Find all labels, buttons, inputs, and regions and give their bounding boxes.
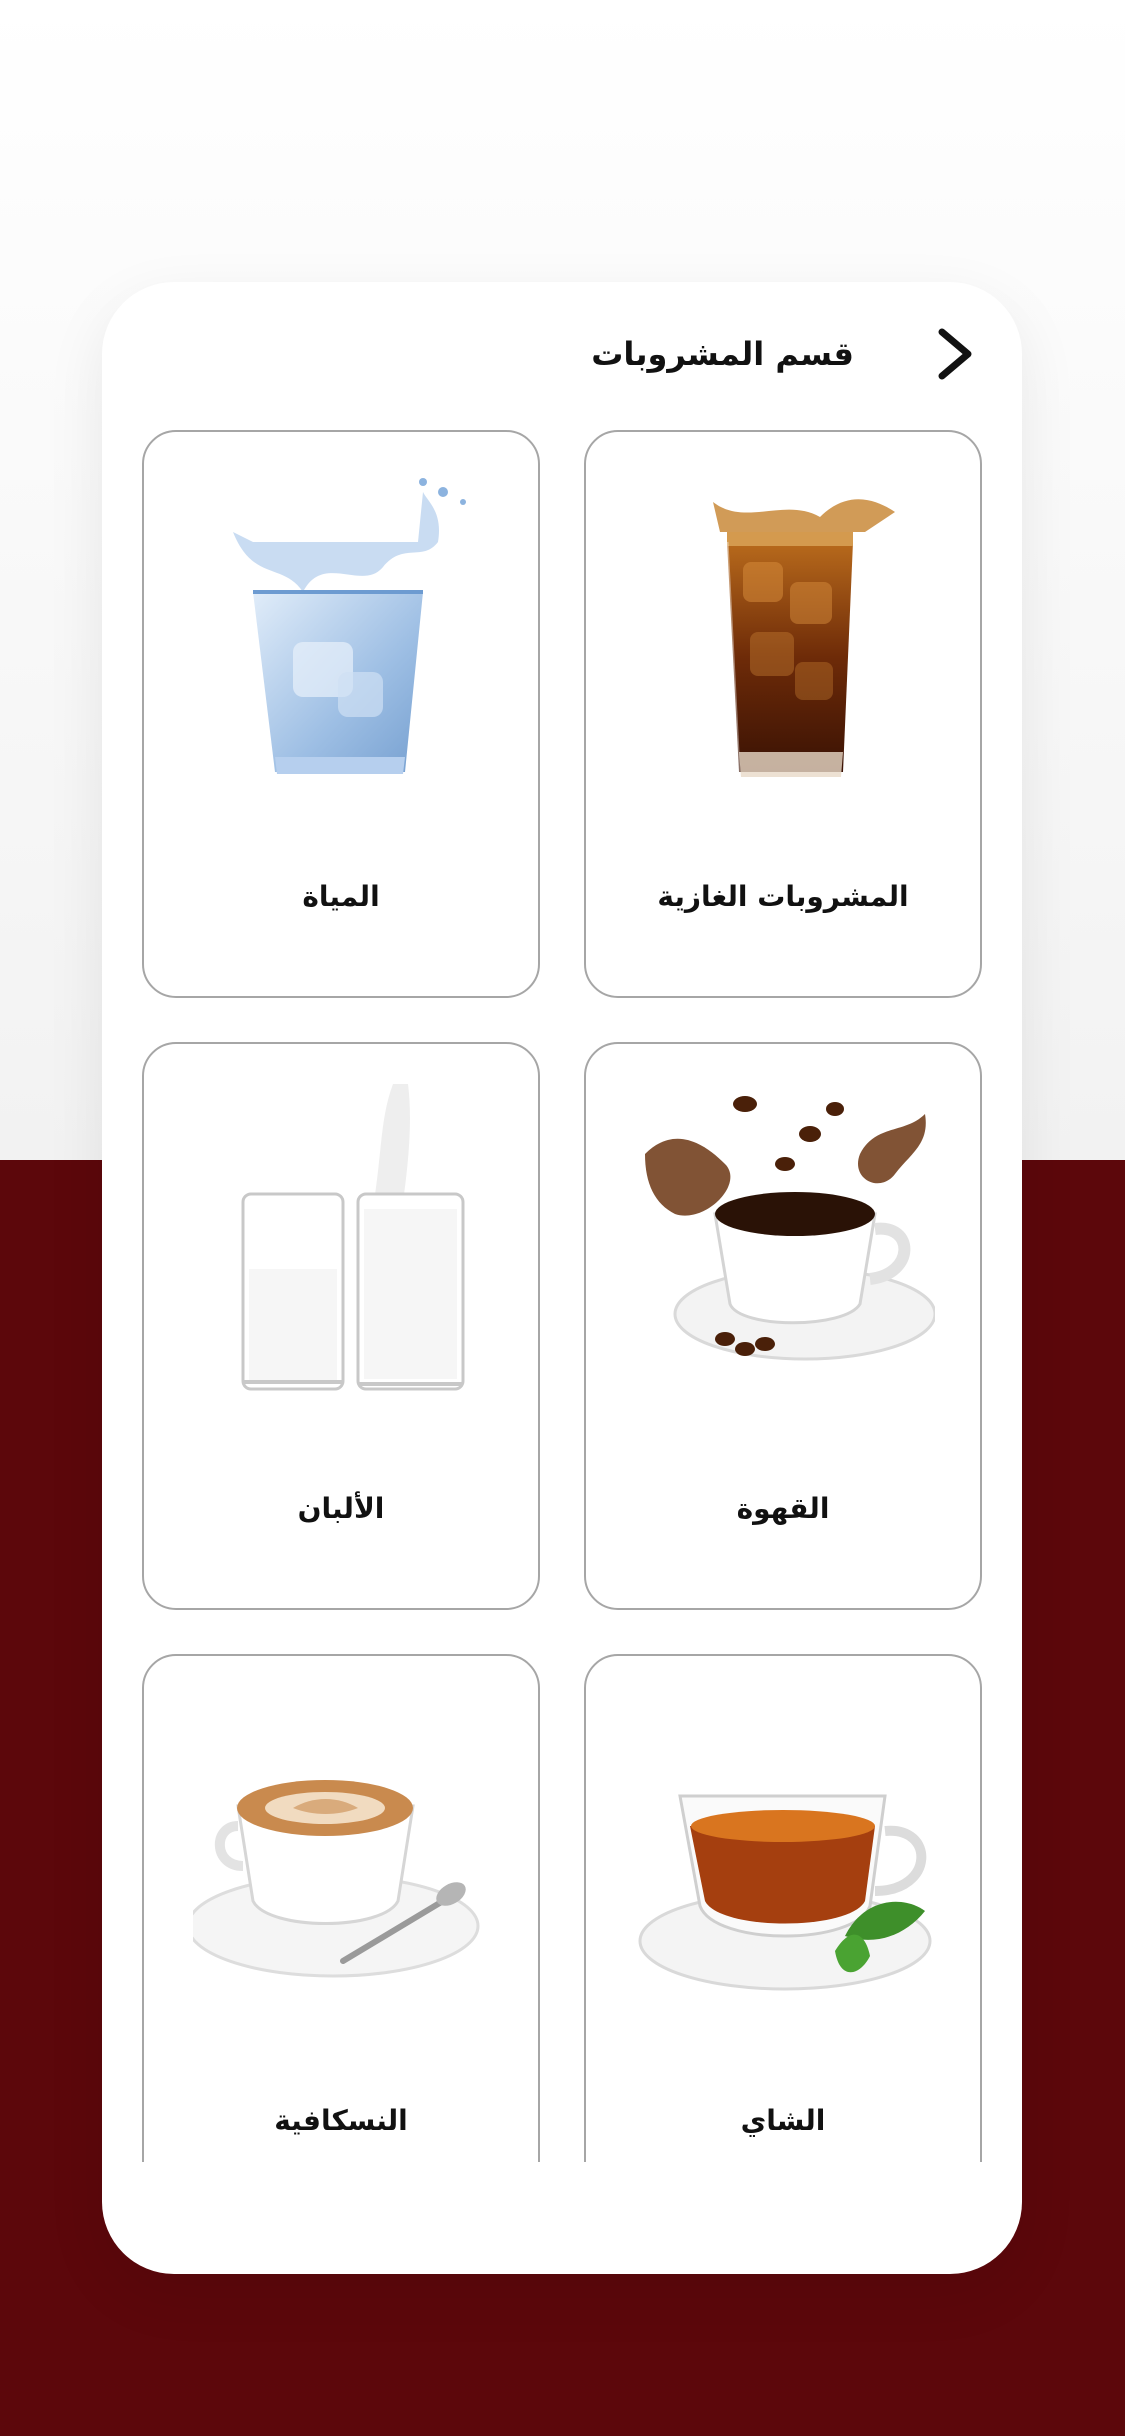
main-card: قسم المشروبات المشروبات الغازية المياة ا… [102, 282, 1022, 2274]
category-tile-milk[interactable]: الألبان [142, 1042, 540, 1610]
tea-cup-icon [638, 1794, 932, 1991]
category-tile-coffee[interactable]: القهوة [584, 1042, 982, 1610]
category-label: المياة [302, 880, 380, 913]
category-tile-water[interactable]: المياة [142, 430, 540, 998]
category-label: القهوة [736, 1492, 830, 1525]
soda-glass-icon [713, 499, 895, 777]
coffee-cup-icon [645, 1096, 935, 1361]
category-label: المشروبات الغازية [657, 880, 909, 913]
latte-cup-icon [193, 1780, 480, 1978]
category-tile-tea[interactable]: الشاي [584, 1654, 982, 2162]
milk-glasses-icon [241, 1084, 465, 1391]
water-glass-icon [233, 478, 466, 774]
category-label: النسكافية [274, 2104, 408, 2137]
categories-grid: المشروبات الغازية المياة القهوة الألبان … [102, 282, 1022, 2162]
category-tile-soft-drinks[interactable]: المشروبات الغازية [584, 430, 982, 998]
category-label: الألبان [297, 1492, 385, 1525]
category-label: الشاي [740, 2104, 826, 2137]
category-tile-nescafe[interactable]: النسكافية [142, 1654, 540, 2162]
